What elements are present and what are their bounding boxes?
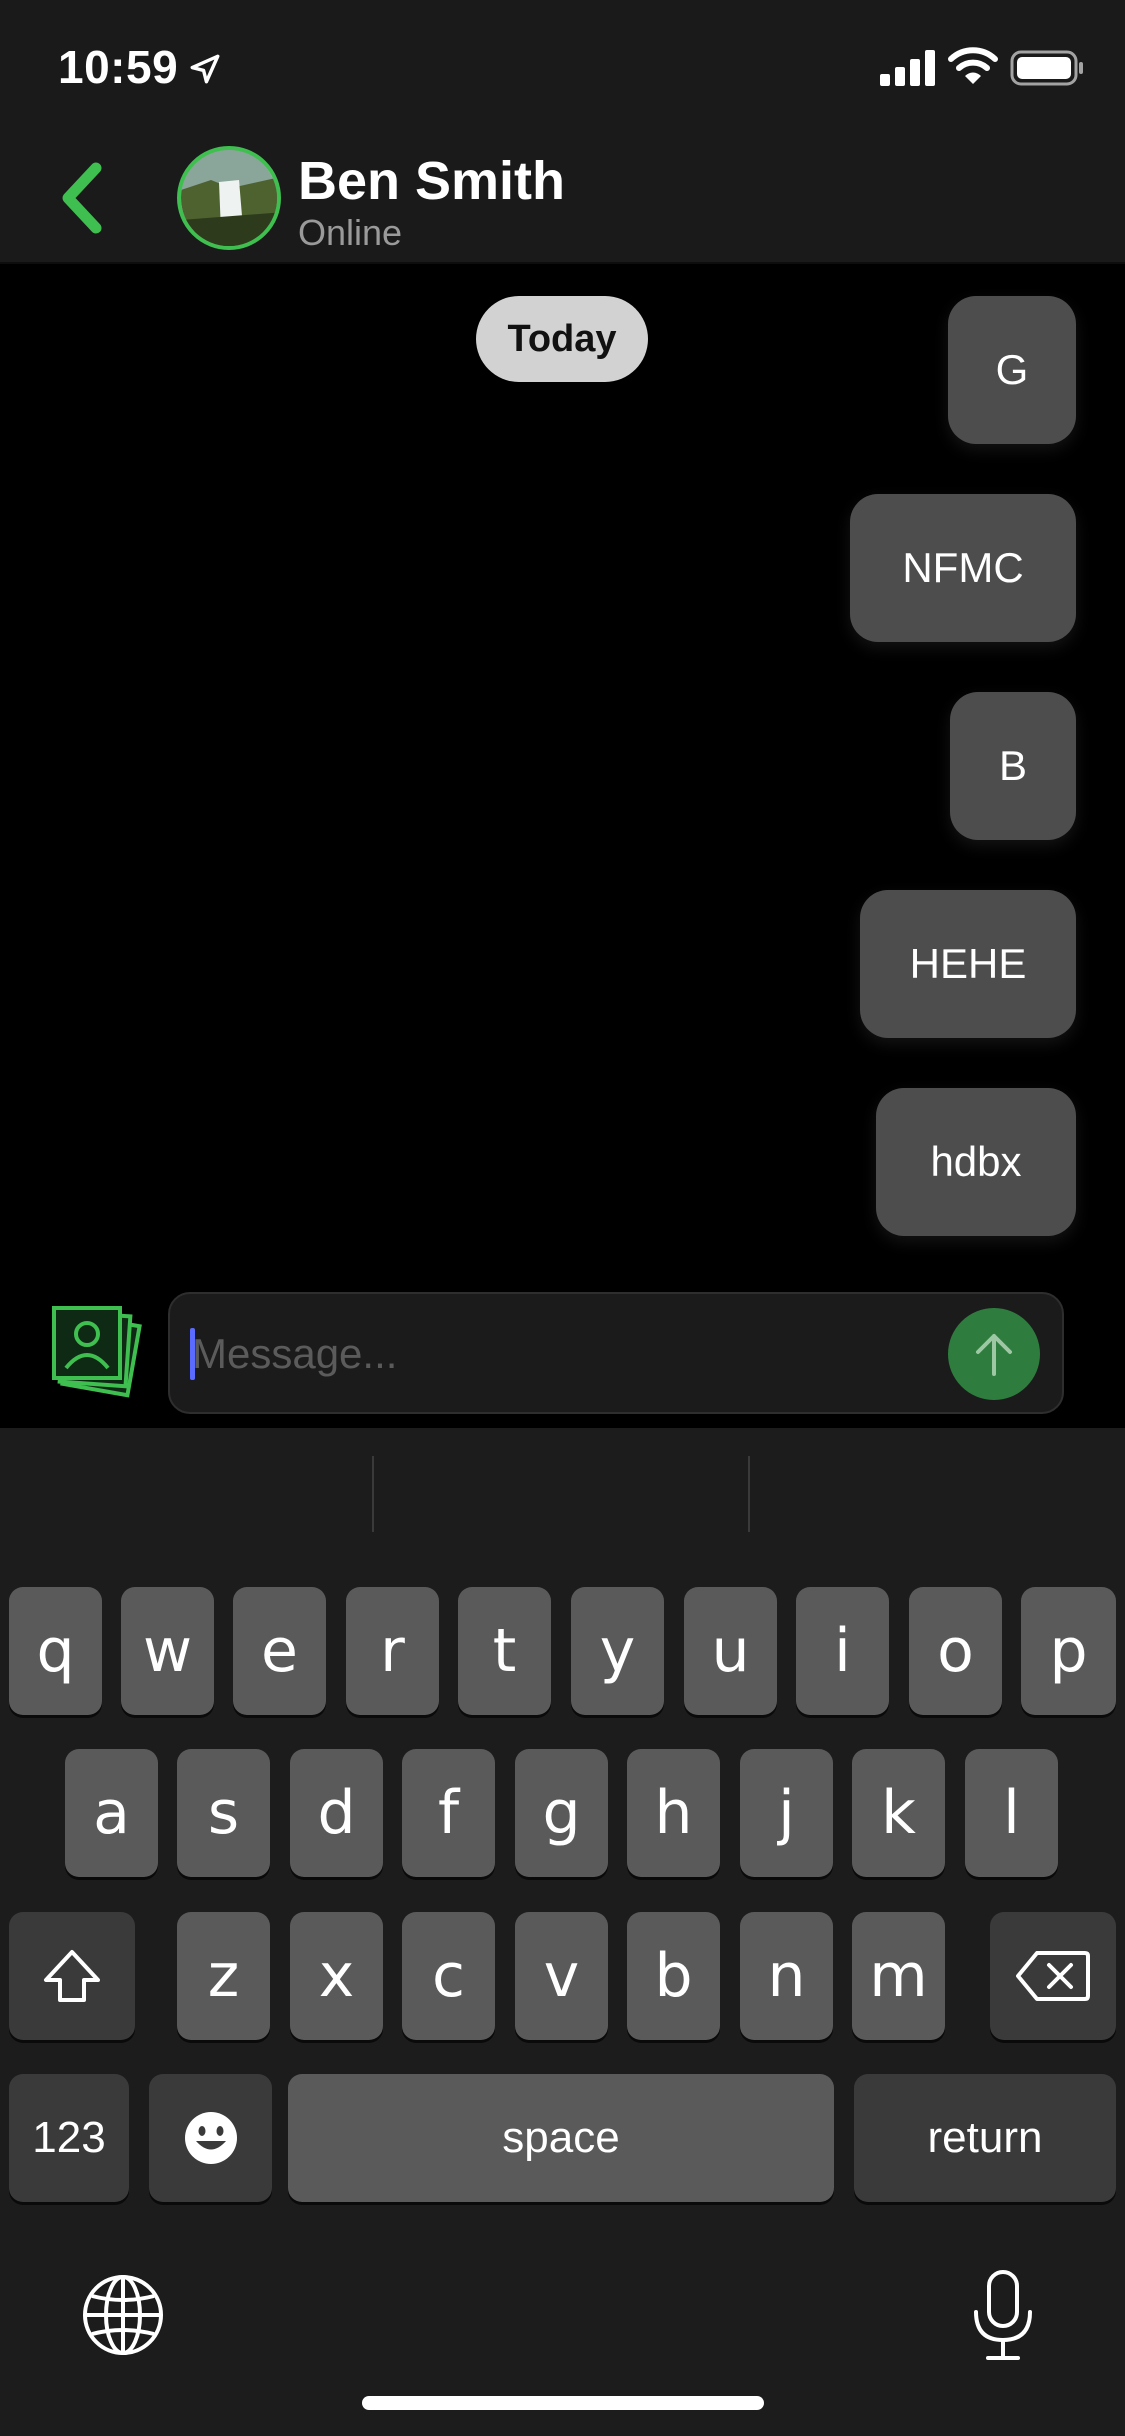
key-a[interactable]: a xyxy=(65,1749,158,1877)
location-arrow-icon xyxy=(190,54,220,84)
message-bubble[interactable]: hdbx xyxy=(876,1088,1076,1236)
suggestion-divider xyxy=(748,1456,750,1532)
arrow-up-icon xyxy=(976,1334,1012,1376)
globe-icon[interactable] xyxy=(80,2272,166,2358)
battery-icon xyxy=(1010,50,1083,86)
key-c[interactable]: c xyxy=(402,1912,495,2040)
key-v[interactable]: v xyxy=(515,1912,608,2040)
return-key[interactable]: return xyxy=(854,2074,1116,2202)
wifi-icon xyxy=(948,47,998,84)
key-s[interactable]: s xyxy=(177,1749,270,1877)
message-bubble[interactable]: B xyxy=(950,692,1076,840)
key-e[interactable]: e xyxy=(233,1587,326,1715)
key-h[interactable]: h xyxy=(627,1749,720,1877)
date-separator: Today xyxy=(476,296,648,382)
message-bubble[interactable]: NFMC xyxy=(850,494,1076,642)
photo-picker-button[interactable] xyxy=(50,1302,150,1402)
key-y[interactable]: y xyxy=(571,1587,664,1715)
key-g[interactable]: g xyxy=(515,1749,608,1877)
key-z[interactable]: z xyxy=(177,1912,270,2040)
avatar-image xyxy=(181,150,277,246)
key-n[interactable]: n xyxy=(740,1912,833,2040)
key-o[interactable]: o xyxy=(909,1587,1002,1715)
photos-icon xyxy=(52,1306,142,1398)
message-input[interactable] xyxy=(192,1318,892,1390)
back-button[interactable] xyxy=(52,158,122,238)
microphone-icon[interactable] xyxy=(970,2268,1036,2364)
suggestion-bar[interactable] xyxy=(0,1428,1125,1568)
emoji-icon xyxy=(184,2112,237,2164)
message-field[interactable] xyxy=(168,1292,1064,1414)
composer xyxy=(0,1290,1125,1428)
contact-status: Online xyxy=(298,212,403,253)
key-r[interactable]: r xyxy=(346,1587,439,1715)
emoji-key[interactable] xyxy=(149,2074,272,2202)
send-button[interactable] xyxy=(948,1308,1040,1400)
backspace-key[interactable] xyxy=(990,1912,1116,2040)
key-w[interactable]: w xyxy=(121,1587,214,1715)
message-bubble[interactable]: G xyxy=(948,296,1076,444)
key-i[interactable]: i xyxy=(796,1587,889,1715)
key-k[interactable]: k xyxy=(852,1749,945,1877)
backspace-icon xyxy=(1016,1951,1090,2001)
key-f[interactable]: f xyxy=(402,1749,495,1877)
status-bar: 10:59 xyxy=(0,0,1125,132)
chat-header: Ben Smith Online xyxy=(0,132,1125,264)
key-j[interactable]: j xyxy=(740,1749,833,1877)
key-u[interactable]: u xyxy=(684,1587,777,1715)
shift-icon xyxy=(44,1950,100,2002)
key-b[interactable]: b xyxy=(627,1912,720,2040)
suggestion-divider xyxy=(372,1456,374,1532)
key-q[interactable]: q xyxy=(9,1587,102,1715)
numbers-key[interactable]: 123 xyxy=(9,2074,129,2202)
key-x[interactable]: x xyxy=(290,1912,383,2040)
signal-icon xyxy=(880,50,935,86)
keyboard: q w e r t y u i o p a s d f g h j k l z … xyxy=(0,1428,1125,2436)
home-indicator[interactable] xyxy=(362,2396,764,2410)
avatar[interactable] xyxy=(177,146,281,250)
chevron-left-icon xyxy=(62,162,102,234)
space-key[interactable]: space xyxy=(288,2074,834,2202)
contact-name[interactable]: Ben Smith xyxy=(298,150,565,212)
key-l[interactable]: l xyxy=(965,1749,1058,1877)
message-list[interactable]: Today G NFMC B HEHE hdbx xyxy=(0,264,1125,1290)
status-time: 10:59 xyxy=(58,41,179,93)
key-t[interactable]: t xyxy=(458,1587,551,1715)
message-bubble[interactable]: HEHE xyxy=(860,890,1076,1038)
shift-key[interactable] xyxy=(9,1912,135,2040)
key-d[interactable]: d xyxy=(290,1749,383,1877)
key-m[interactable]: m xyxy=(852,1912,945,2040)
key-p[interactable]: p xyxy=(1021,1587,1116,1715)
